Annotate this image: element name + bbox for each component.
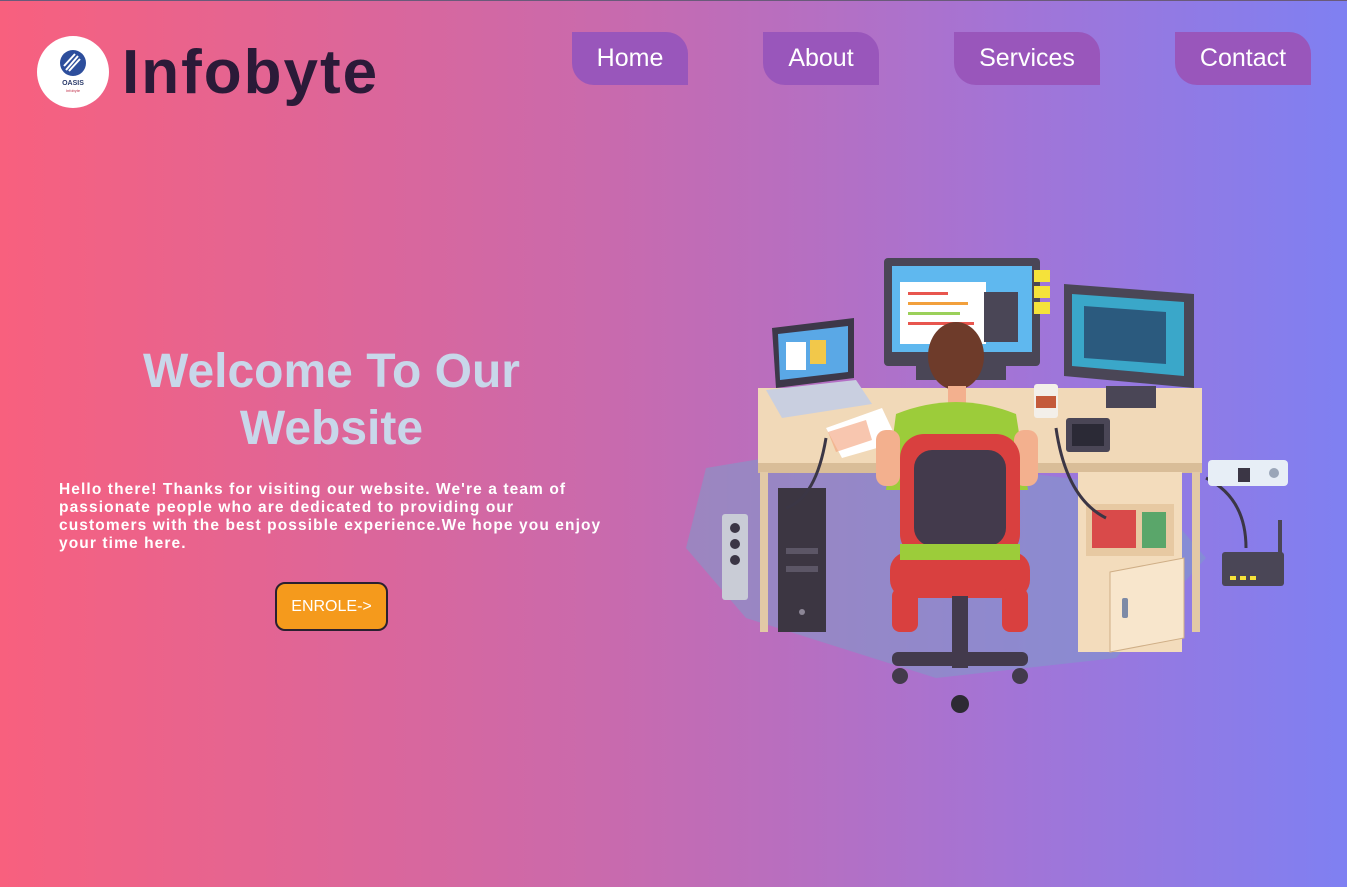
developer-at-desk-illustration <box>686 258 1288 713</box>
nav-home-button[interactable]: Home <box>572 32 688 85</box>
hero-title: Welcome To Our Website <box>143 345 520 455</box>
enrole-button[interactable]: ENROLE-> <box>275 582 388 631</box>
nav-about-button[interactable]: About <box>763 32 879 85</box>
logo[interactable]: OASIS Infobyte <box>37 36 109 108</box>
logo-text-infobyte: Infobyte <box>65 87 81 93</box>
logo-text-oasis: OASIS <box>62 79 84 87</box>
hero-description: Hello there! Thanks for visiting our web… <box>59 481 602 552</box>
oasis-logo-icon <box>60 49 86 76</box>
nav-services-button[interactable]: Services <box>954 32 1100 85</box>
brand-name[interactable]: Infobyte <box>122 38 379 108</box>
nav-contact-button[interactable]: Contact <box>1175 32 1311 85</box>
top-border <box>0 0 1347 1</box>
